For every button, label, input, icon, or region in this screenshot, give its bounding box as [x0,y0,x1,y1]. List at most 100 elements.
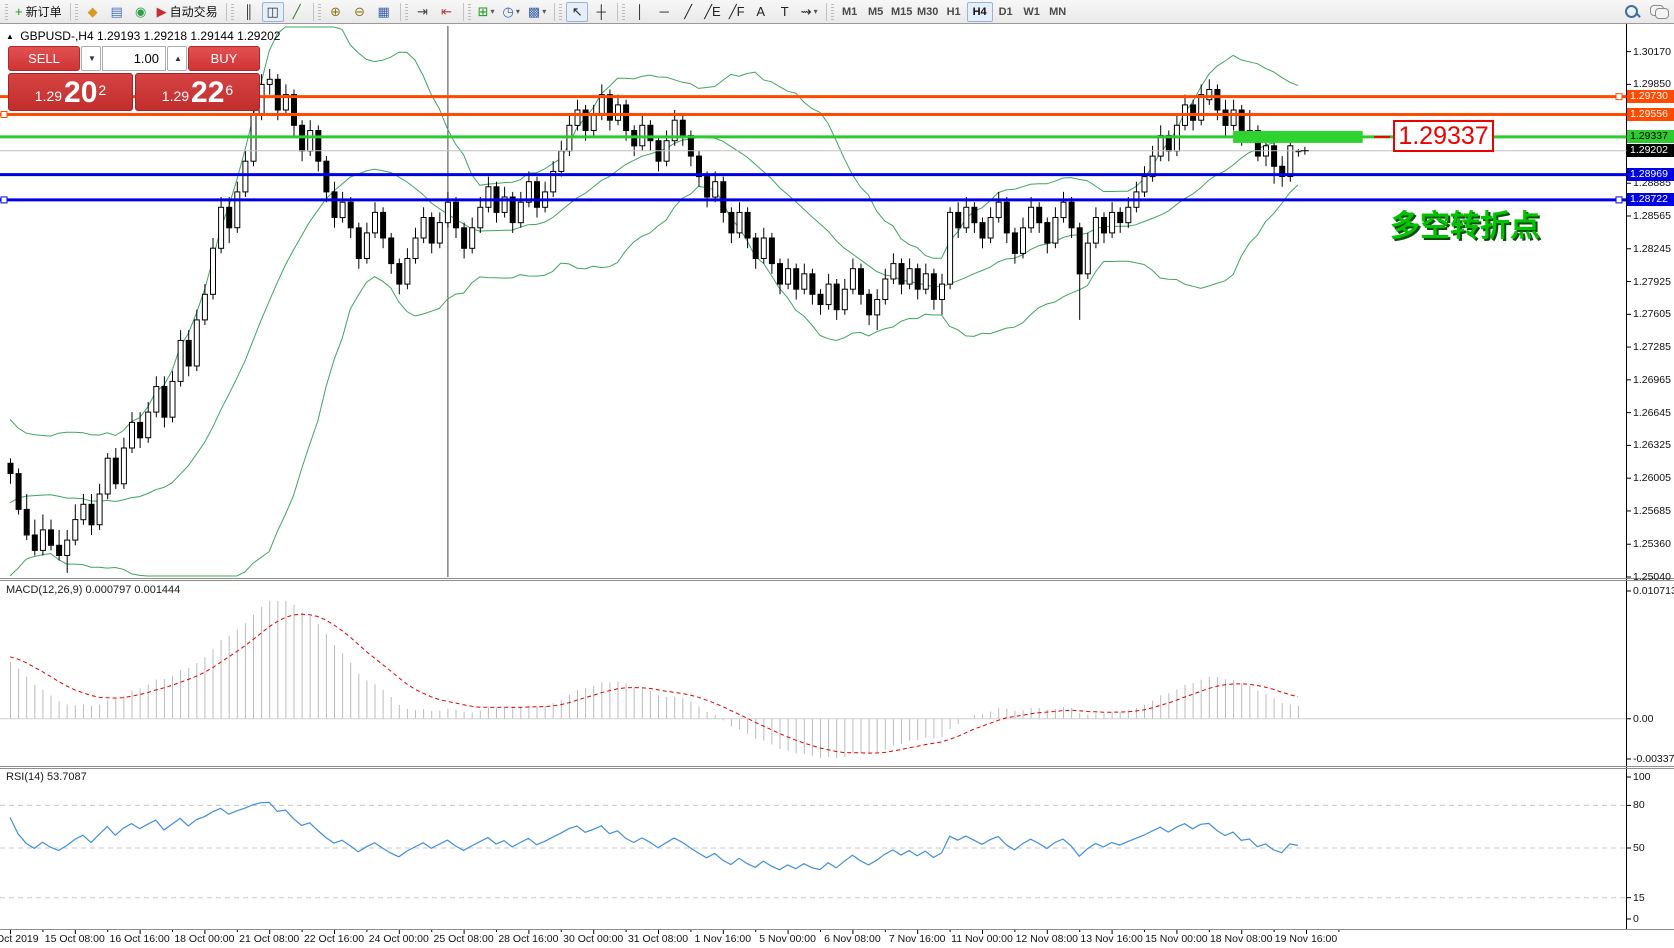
price-axis-tick: 1.30170 [1633,46,1671,58]
alerts-button[interactable]: ◉ [130,2,152,22]
volume-increase-button[interactable]: ▲ [167,46,187,71]
timeframe-m15-button[interactable]: M15 [889,2,915,22]
price-axis-tick: 1.26325 [1633,439,1671,451]
volume-input[interactable] [102,46,166,71]
chevron-down-icon[interactable]: ▾ [491,7,495,16]
timeframe-m30-button[interactable]: M30 [915,2,941,22]
sell-price-display[interactable]: 1.29 20 2 [8,73,133,111]
time-axis-label: 25 Oct 08:00 [434,933,494,945]
line-chart-button[interactable]: ╱ [286,2,308,22]
highlight-box[interactable] [1233,131,1363,143]
time-axis-label: 18 Nov 08:00 [1210,933,1272,945]
vertical-line-button[interactable]: │ [629,2,651,22]
auto-scroll-icon: ⇥ [417,3,428,21]
buy-price-head: 1.29 [162,85,189,107]
label-button[interactable]: T [774,2,796,22]
time-axis-label: 28 Oct 16:00 [498,933,558,945]
text-icon: A [756,3,765,21]
bar-chart-icon: ║ [244,3,253,21]
toolbar: +新订单◆▤◉▶自动交易║◫╱⊕⊖▦⇥⇤⊞▾◷▾▩▾↖┼│─╱╱E╱FAT⇝▾M… [0,0,1674,24]
autotrading-button-label: 自动交易 [170,3,218,20]
time-axis-label: 1 Nov 16:00 [694,933,751,945]
symbol-ohlc: 1.29193 1.29218 1.29144 1.29202 [97,29,281,43]
search-icon[interactable] [1624,4,1640,20]
price-axis-tick: 1.27605 [1633,308,1671,320]
time-axis-label: 7 Nov 16:00 [889,933,946,945]
arrows-icon: ⇝ [801,3,812,21]
alerts-icon: ◉ [135,3,146,21]
new-order-button-label: 新订单 [26,3,62,20]
timeframe-m1-button[interactable]: M1 [837,2,863,22]
auto-scroll-button[interactable]: ⇥ [412,2,434,22]
line-chart-icon: ╱ [293,3,301,21]
axis-price-tag: 1.28969 [1627,168,1674,181]
turning-point-annotation[interactable]: 多空转折点 [1390,201,1540,245]
sell-button[interactable]: SELL [8,46,80,71]
timeframe-m5-button[interactable]: M5 [863,2,889,22]
chevron-down-icon[interactable]: ▾ [542,7,546,16]
axis-price-tag: 1.29730 [1627,90,1674,103]
price-axis-tick: 1.26005 [1633,472,1671,484]
indicators-button[interactable]: ⊞▾ [475,2,498,22]
cursor-button[interactable]: ↖ [566,2,588,22]
zoom-in-button[interactable]: ⊕ [325,2,347,22]
price-axis-tick: 1.25360 [1633,538,1671,550]
price-axis-tick: 1.28565 [1633,210,1671,222]
chevron-down-icon[interactable]: ▾ [814,7,818,16]
rsi-axis-tick: 0 [1633,913,1639,925]
bar-chart-button[interactable]: ║ [238,2,260,22]
timeframe-w1-button[interactable]: W1 [1019,2,1045,22]
vertical-line-icon: │ [636,3,644,21]
new-order-button[interactable]: +新订单 [12,2,65,22]
buy-price-display[interactable]: 1.29 22 6 [135,73,260,111]
data-window-button[interactable]: ▤ [106,2,128,22]
new-order-icon: + [15,3,23,21]
time-axis-label: 14 Oct 2019 [0,933,39,945]
template-button[interactable]: ▩▾ [525,2,549,22]
channel-icon: ╱E [704,3,721,21]
zoom-out-icon: ⊖ [354,3,365,21]
cursor-icon: ↖ [572,3,583,21]
profiles-icon: ◆ [88,3,98,21]
collapse-triangle-icon[interactable]: ▲ [6,32,14,41]
community-chat-icon[interactable] [1650,5,1668,19]
zoom-out-button[interactable]: ⊖ [349,2,371,22]
time-axis-label: 15 Nov 00:00 [1145,933,1207,945]
chevron-down-icon[interactable]: ▾ [516,7,520,16]
trendline-button[interactable]: ╱ [677,2,699,22]
arrows-button[interactable]: ⇝▾ [798,2,821,22]
price-axis-tick: 1.26645 [1633,407,1671,419]
label-icon: T [781,3,789,21]
fibonacci-button[interactable]: ╱F [726,2,748,22]
buy-price-sup: 6 [225,83,233,97]
price-axis-tick: 1.25040 [1633,571,1671,583]
rsi-label: RSI(14) 53.7087 [6,771,87,783]
text-button[interactable]: A [750,2,772,22]
candlestick-button[interactable]: ◫ [262,2,284,22]
channel-button[interactable]: ╱E [701,2,724,22]
time-axis-label: 6 Nov 08:00 [824,933,881,945]
horizontal-line-icon: ─ [660,3,669,21]
axis-price-tag: 1.28722 [1627,193,1674,206]
buy-price-big: 22 [191,79,224,107]
price-callout-label[interactable]: 1.29337 [1393,120,1494,152]
profiles-button[interactable]: ◆ [82,2,104,22]
timeframe-h1-button[interactable]: H1 [941,2,967,22]
autotrading-button[interactable]: ▶自动交易 [154,2,221,22]
timeframe-d1-button[interactable]: D1 [993,2,1019,22]
buy-button[interactable]: BUY [188,46,260,71]
price-axis-tick: 1.29850 [1633,78,1671,90]
horizontal-line-button[interactable]: ─ [653,2,675,22]
tile-windows-button[interactable]: ▦ [373,2,395,22]
macd-axis-tick: -0.003373 [1633,753,1674,765]
timeframe-h4-button[interactable]: H4 [967,2,993,22]
autotrading-icon: ▶ [157,3,167,21]
symbol-info: ▲ GBPUSD-,H4 1.29193 1.29218 1.29144 1.2… [6,29,280,43]
volume-decrease-button[interactable]: ▼ [81,46,101,71]
periods-button[interactable]: ◷▾ [500,2,523,22]
crosshair-button[interactable]: ┼ [590,2,612,22]
price-axis-tick: 1.25685 [1633,505,1671,517]
time-axis-label: 21 Oct 08:00 [239,933,299,945]
chart-shift-button[interactable]: ⇤ [436,2,458,22]
timeframe-mn-button[interactable]: MN [1045,2,1071,22]
